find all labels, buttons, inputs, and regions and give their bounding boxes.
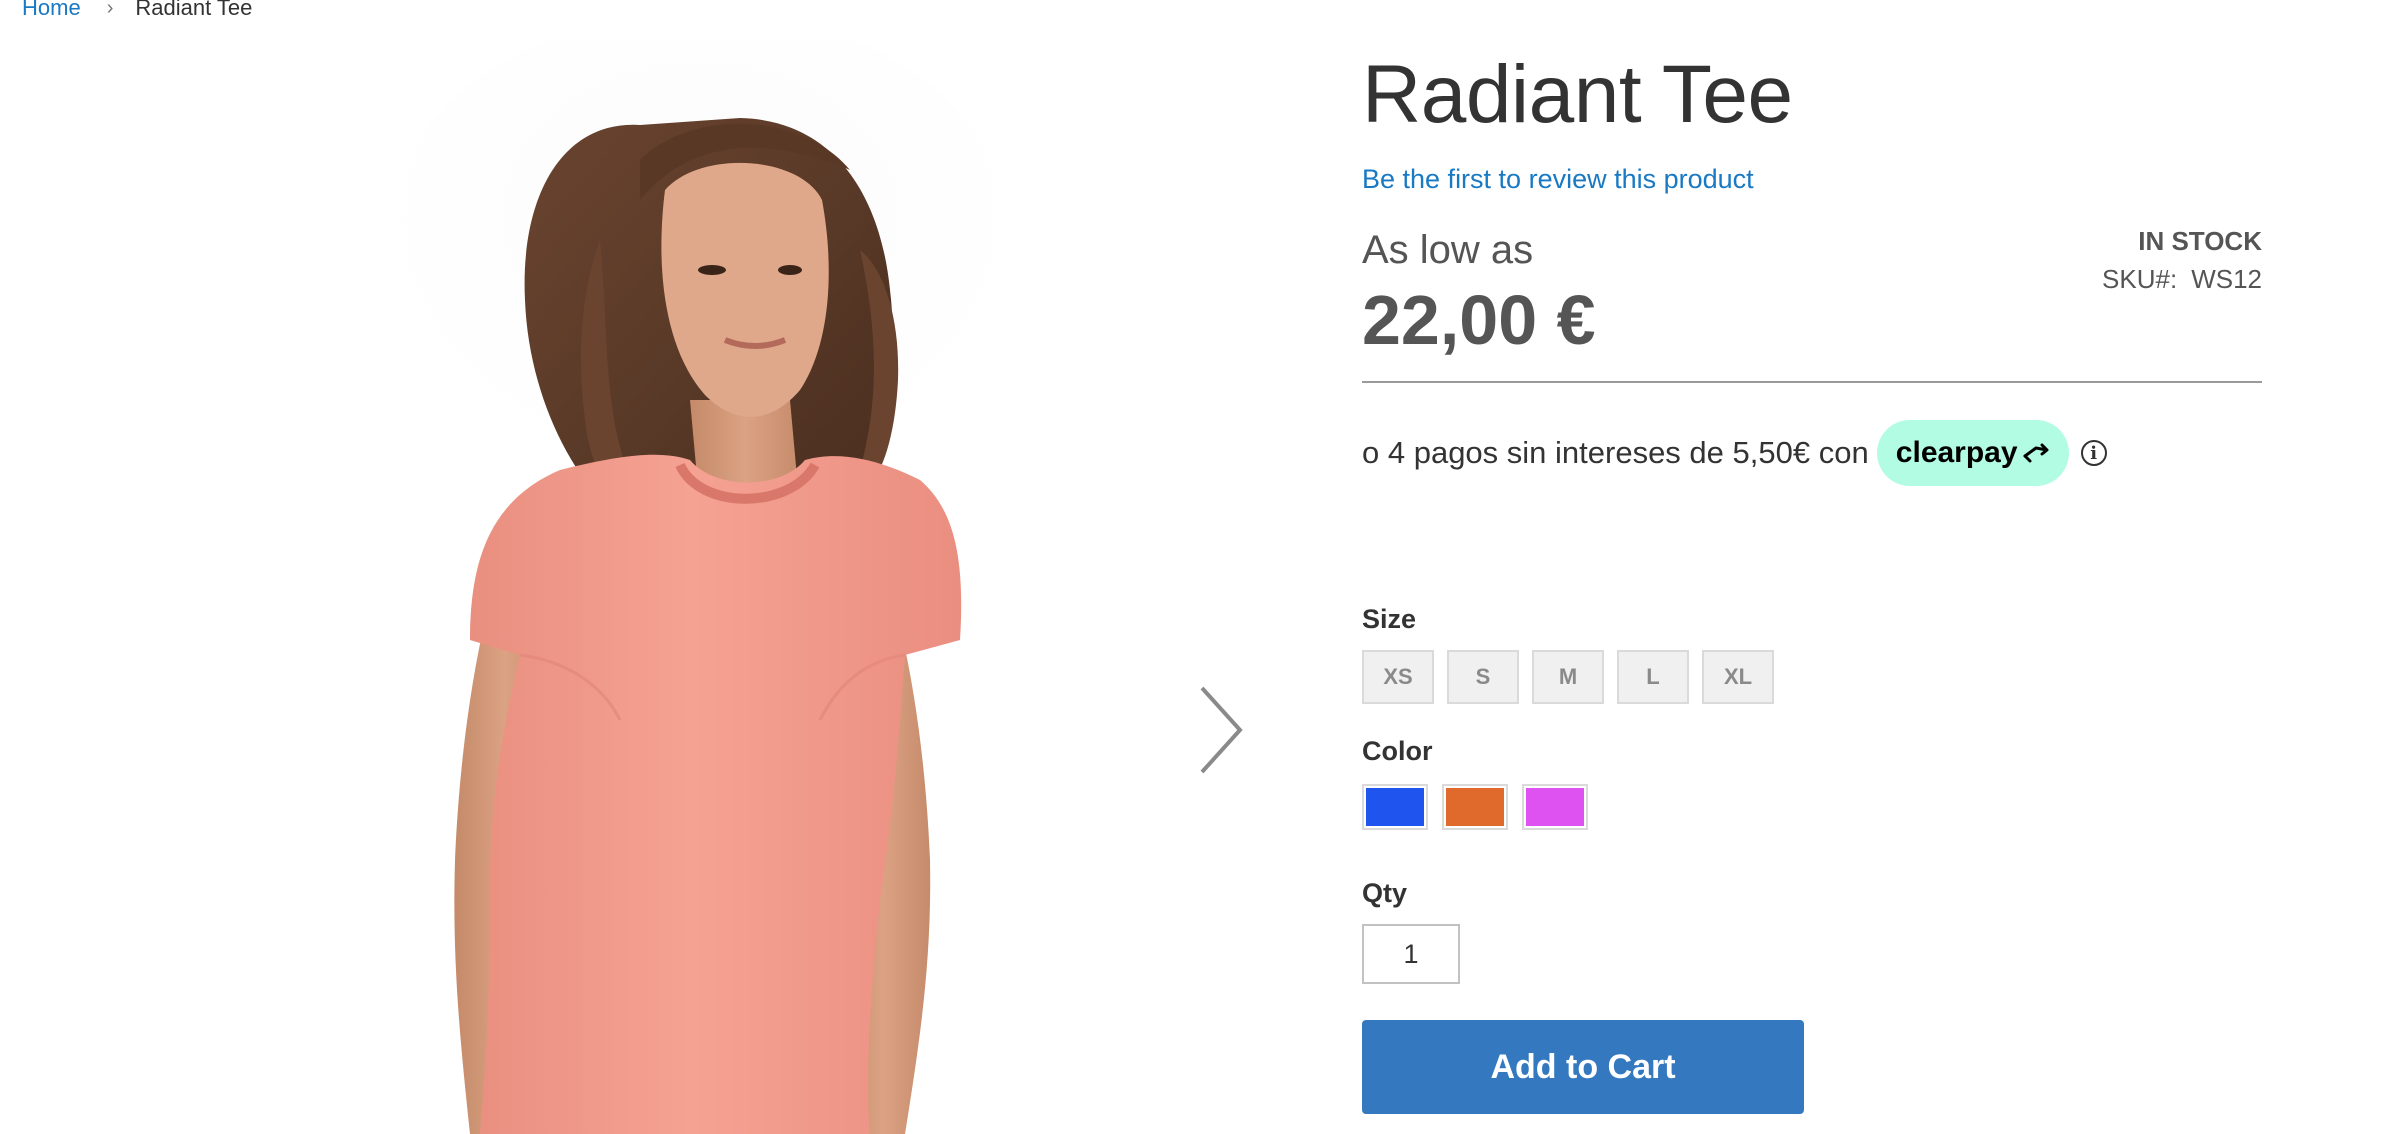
size-option-xl[interactable]: XL (1702, 650, 1774, 704)
page-title: Radiant Tee (1362, 49, 1793, 140)
breadcrumb-separator-icon: › (106, 0, 114, 19)
qty-input[interactable] (1362, 924, 1460, 984)
size-option-l[interactable]: L (1617, 650, 1689, 704)
sku-value: WS12 (2191, 264, 2262, 294)
breadcrumb: Home › Radiant Tee (22, 0, 252, 22)
color-option-purple[interactable] (1522, 784, 1588, 830)
breadcrumb-home-link[interactable]: Home (22, 0, 81, 21)
sku: SKU#: WS12 (2102, 264, 2262, 295)
product-page: Home › Radiant Tee Radiant Tee Be the fi… (0, 0, 2398, 1134)
price-label: As low as (1362, 228, 1534, 272)
sku-label: SKU#: (2102, 264, 2178, 294)
size-option-m[interactable]: M (1532, 650, 1604, 704)
size-options: XS S M L XL (1362, 650, 1774, 704)
color-option-blue[interactable] (1362, 784, 1428, 830)
color-option-orange[interactable] (1442, 784, 1508, 830)
size-label: Size (1362, 604, 1417, 634)
color-options (1362, 784, 1588, 830)
product-info: Radiant Tee Be the first to review this … (1362, 0, 2262, 1134)
clearpay-badge[interactable]: clearpay (1876, 420, 2069, 486)
divider (1362, 381, 2262, 383)
qty-label: Qty (1362, 878, 1408, 908)
price-value: 22,00 € (1362, 281, 1596, 359)
breadcrumb-current: Radiant Tee (135, 0, 253, 20)
chevron-right-icon[interactable] (1190, 680, 1250, 780)
product-gallery (0, 40, 1300, 1134)
info-icon[interactable]: i (2080, 440, 2107, 466)
add-to-cart-button[interactable]: Add to Cart (1362, 1020, 1804, 1114)
product-image (370, 40, 1030, 1134)
clearpay-logo-text: clearpay (1895, 436, 2018, 469)
stock-status: IN STOCK (2138, 226, 2262, 256)
clearpay-arrows-icon (2023, 443, 2049, 463)
size-option-s[interactable]: S (1447, 650, 1519, 704)
color-label: Color (1362, 736, 1433, 766)
review-link[interactable]: Be the first to review this product (1362, 164, 1754, 195)
clearpay-row: o 4 pagos sin intereses de 5,50€ con cle… (1362, 418, 2107, 488)
size-option-xs[interactable]: XS (1362, 650, 1434, 704)
clearpay-text: o 4 pagos sin intereses de 5,50€ con (1362, 435, 1869, 470)
